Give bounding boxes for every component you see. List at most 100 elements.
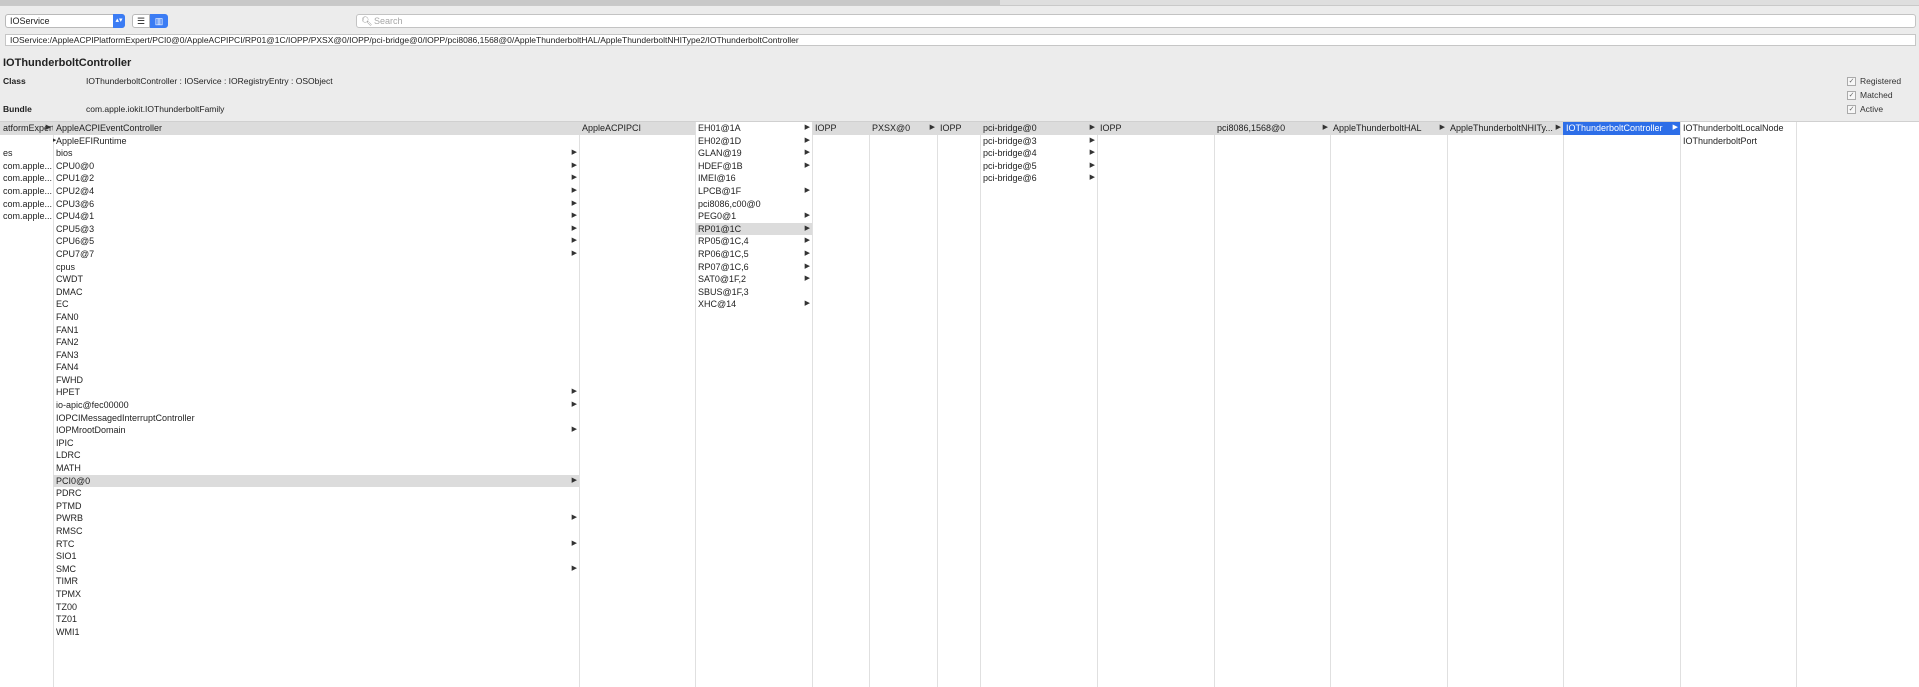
- browser-column-11[interactable]: AppleThunderboltHAL ▶: [1330, 122, 1448, 687]
- browser-row[interactable]: RMSC: [53, 525, 579, 538]
- browser-row[interactable]: AppleThunderboltHAL ▶: [1330, 122, 1447, 135]
- browser-row[interactable]: com.apple...: [0, 160, 53, 173]
- browser-row[interactable]: EH01@1A ▶: [695, 122, 812, 135]
- browser-row[interactable]: com.apple...: [0, 185, 53, 198]
- browser-row[interactable]: CPU4@1 ▶: [53, 210, 579, 223]
- browser-column-15[interactable]: [1796, 122, 1919, 687]
- browser-row[interactable]: RP06@1C,5 ▶: [695, 248, 812, 261]
- browser-row[interactable]: TPMX: [53, 588, 579, 601]
- browser-row[interactable]: pci8086,c00@0: [695, 198, 812, 211]
- browser-row[interactable]: IOThunderboltPort: [1680, 135, 1796, 148]
- browser-row[interactable]: SIO1: [53, 550, 579, 563]
- browser-row[interactable]: pci-bridge@4 ▶: [980, 147, 1097, 160]
- browser-row[interactable]: MATH: [53, 462, 579, 475]
- browser-column-9[interactable]: IOPP: [1097, 122, 1215, 687]
- browser-row[interactable]: TZ01: [53, 613, 579, 626]
- browser-row[interactable]: pci-bridge@3 ▶: [980, 135, 1097, 148]
- browser-row[interactable]: IOThunderboltLocalNode: [1680, 122, 1796, 135]
- browser-row[interactable]: es: [0, 147, 53, 160]
- browser-column-7[interactable]: IOPP: [937, 122, 981, 687]
- browser-column-1[interactable]: atformExpert ▶ es com.apple... com.apple... c…: [0, 122, 54, 687]
- browser-row[interactable]: CPU7@7 ▶: [53, 248, 579, 261]
- browser-row[interactable]: io-apic@fec00000 ▶: [53, 399, 579, 412]
- browser-row[interactable]: PEG0@1 ▶: [695, 210, 812, 223]
- browser-column-2[interactable]: AppleACPIEventController▶AppleEFIRuntime…: [53, 122, 580, 687]
- browser-row[interactable]: CPU2@4 ▶: [53, 185, 579, 198]
- browser-row[interactable]: PWRB ▶: [53, 512, 579, 525]
- browser-column-6[interactable]: PXSX@0 ▶: [869, 122, 938, 687]
- browser-row[interactable]: AppleThunderboltNHITy... ▶: [1447, 122, 1563, 135]
- browser-row[interactable]: CPU0@0 ▶: [53, 160, 579, 173]
- browser-row[interactable]: pci-bridge@0 ▶: [980, 122, 1097, 135]
- browser-row[interactable]: com.apple...: [0, 210, 53, 223]
- browser-row[interactable]: FAN3: [53, 349, 579, 362]
- browser-row[interactable]: TIMR: [53, 575, 579, 588]
- browser-row[interactable]: RTC ▶: [53, 538, 579, 551]
- browser-row[interactable]: EH02@1D ▶: [695, 135, 812, 148]
- browser-row[interactable]: FAN0: [53, 311, 579, 324]
- browser-row[interactable]: FAN4: [53, 361, 579, 374]
- browser-row[interactable]: HPET ▶: [53, 386, 579, 399]
- service-plane-select[interactable]: IOService ▴▾: [5, 14, 125, 28]
- browser-column-10[interactable]: pci8086,1568@0 ▶: [1214, 122, 1331, 687]
- browser-column-5[interactable]: IOPP: [812, 122, 870, 687]
- column-view-button[interactable]: ▥: [150, 14, 168, 28]
- registry-path-field[interactable]: IOService:/AppleACPIPlatformExpert/PCI0@…: [5, 34, 1916, 46]
- browser-row[interactable]: com.apple...: [0, 172, 53, 185]
- browser-row[interactable]: LDRC: [53, 449, 579, 462]
- browser-row[interactable]: pci-bridge@6 ▶: [980, 172, 1097, 185]
- browser-row[interactable]: IOPP: [1097, 122, 1214, 135]
- browser-column-14[interactable]: IOThunderboltLocalNode IOThunderboltPort: [1680, 122, 1797, 687]
- browser-row[interactable]: FWHD: [53, 374, 579, 387]
- browser-row[interactable]: HDEF@1B ▶: [695, 160, 812, 173]
- browser-row[interactable]: bios ▶: [53, 147, 579, 160]
- browser-row[interactable]: CPU6@5 ▶: [53, 235, 579, 248]
- browser-row[interactable]: CPU3@6 ▶: [53, 198, 579, 211]
- browser-row[interactable]: PDRC: [53, 487, 579, 500]
- browser-row[interactable]: SBUS@1F,3: [695, 286, 812, 299]
- browser-row[interactable]: ▶AppleEFIRuntime: [53, 135, 579, 148]
- browser-row[interactable]: IOPCIMessagedInterruptController: [53, 412, 579, 425]
- browser-row[interactable]: IOPP: [937, 122, 980, 135]
- browser-row[interactable]: IPIC: [53, 437, 579, 450]
- browser-column-12[interactable]: AppleThunderboltNHITy... ▶: [1447, 122, 1564, 687]
- search-input[interactable]: 🔍︎ Search: [356, 14, 1916, 28]
- browser-row[interactable]: atformExpert ▶: [0, 122, 53, 135]
- browser-column-13[interactable]: IOThunderboltController ▶: [1563, 122, 1681, 687]
- browser-row[interactable]: RP05@1C,4 ▶: [695, 235, 812, 248]
- browser-row[interactable]: WMI1: [53, 626, 579, 639]
- browser-row[interactable]: CPU1@2 ▶: [53, 172, 579, 185]
- browser-row[interactable]: GLAN@19 ▶: [695, 147, 812, 160]
- browser-row[interactable]: IOPP: [812, 122, 869, 135]
- browser-row[interactable]: RP01@1C ▶: [695, 222, 812, 236]
- browser-row[interactable]: PTMD: [53, 500, 579, 513]
- browser-row[interactable]: FAN2: [53, 336, 579, 349]
- browser-row[interactable]: PCI0@0 ▶: [53, 474, 579, 488]
- browser-row[interactable]: SMC ▶: [53, 563, 579, 576]
- browser-column-4[interactable]: EH01@1A ▶ EH02@1D ▶ GLAN@19 ▶ HDEF@1B ▶ IMEI@16 L…: [695, 122, 813, 687]
- browser-row[interactable]: IOPMrootDomain ▶: [53, 424, 579, 437]
- browser-row[interactable]: FAN1: [53, 324, 579, 337]
- browser-row[interactable]: DMAC: [53, 286, 579, 299]
- browser-row[interactable]: TZ00: [53, 601, 579, 614]
- browser-row[interactable]: PXSX@0 ▶: [869, 122, 937, 135]
- browser-row[interactable]: IMEI@16: [695, 172, 812, 185]
- browser-row[interactable]: pci8086,1568@0 ▶: [1214, 122, 1330, 135]
- browser-row[interactable]: AppleACPIPCI: [579, 122, 695, 135]
- browser-row[interactable]: RP07@1C,6 ▶: [695, 261, 812, 274]
- browser-row[interactable]: XHC@14 ▶: [695, 298, 812, 311]
- browser-row[interactable]: LPCB@1F ▶: [695, 185, 812, 198]
- browser-row[interactable]: pci-bridge@5 ▶: [980, 160, 1097, 173]
- browser-row[interactable]: IOThunderboltController ▶: [1563, 122, 1680, 135]
- browser-row[interactable]: CWDT: [53, 273, 579, 286]
- list-view-button[interactable]: ☰: [132, 14, 150, 28]
- browser-row[interactable]: [0, 135, 53, 148]
- browser-row[interactable]: EC: [53, 298, 579, 311]
- browser-row[interactable]: cpus: [53, 261, 579, 274]
- browser-column-3[interactable]: AppleACPIPCI: [579, 122, 696, 687]
- browser-row[interactable]: AppleACPIEventController: [53, 122, 579, 135]
- browser-row[interactable]: SAT0@1F,2 ▶: [695, 273, 812, 286]
- browser-row[interactable]: com.apple...: [0, 198, 53, 211]
- browser-row[interactable]: CPU5@3 ▶: [53, 223, 579, 236]
- browser-column-8[interactable]: pci-bridge@0 ▶ pci-bridge@3 ▶ pci-bridge@4 ▶ p…: [980, 122, 1098, 687]
